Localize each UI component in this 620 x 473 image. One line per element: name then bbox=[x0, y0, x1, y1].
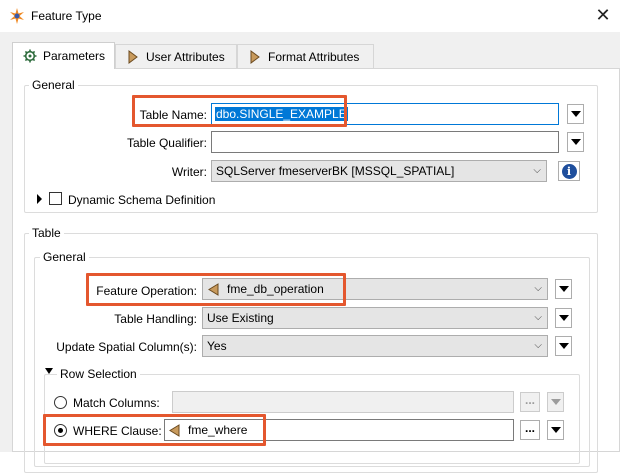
writer-info-button[interactable]: i bbox=[558, 161, 580, 181]
menu-triangle-icon bbox=[558, 343, 569, 349]
match-columns-browse-button[interactable]: ... bbox=[520, 392, 540, 412]
match-columns-label: Match Columns: bbox=[73, 396, 160, 410]
row-selection-title: Row Selection bbox=[57, 367, 140, 381]
general-group-title: General bbox=[29, 78, 78, 92]
update-spatial-value: Yes bbox=[207, 339, 227, 353]
update-spatial-select[interactable]: Yes ⌵ bbox=[202, 335, 548, 357]
menu-triangle-icon bbox=[558, 315, 569, 321]
parameters-page: General Table Name: dbo.SINGLE_EXAMPLE T… bbox=[12, 68, 620, 473]
dynamic-schema-label: Dynamic Schema Definition bbox=[68, 193, 216, 207]
chevron-down-icon: ⌵ bbox=[534, 340, 542, 351]
table-group-title: Table bbox=[29, 226, 64, 240]
dialog-client: Parameters User Attributes Format Attrib… bbox=[0, 32, 620, 473]
tab-user-attributes-label: User Attributes bbox=[146, 49, 225, 64]
table-qualifier-label: Table Qualifier: bbox=[126, 136, 207, 150]
attribute-arrow-icon bbox=[208, 282, 219, 296]
fme-app-icon bbox=[10, 8, 24, 24]
tab-parameters[interactable]: Parameters bbox=[12, 42, 115, 69]
menu-triangle-icon bbox=[570, 139, 581, 145]
table-handling-select[interactable]: Use Existing ⌵ bbox=[202, 307, 548, 329]
where-clause-radio[interactable] bbox=[54, 424, 67, 437]
writer-value: SQLServer fmeserverBK [MSSQL_SPATIAL] bbox=[216, 164, 455, 178]
feature-operation-label: Feature Operation: bbox=[96, 284, 197, 298]
chevron-down-icon: ⌵ bbox=[534, 283, 542, 294]
table-handling-value: Use Existing bbox=[207, 311, 274, 325]
tab-format-attributes[interactable]: Format Attributes bbox=[237, 44, 374, 68]
menu-triangle-icon bbox=[550, 399, 561, 405]
chevron-down-icon: ⌵ bbox=[534, 312, 542, 323]
where-clause-input[interactable]: fme_where bbox=[164, 419, 514, 441]
table-name-input[interactable]: dbo.SINGLE_EXAMPLE bbox=[211, 103, 559, 125]
where-clause-menu-button[interactable] bbox=[547, 420, 564, 440]
gear-icon bbox=[23, 49, 37, 63]
match-columns-radio[interactable] bbox=[54, 396, 67, 409]
table-general-title: General bbox=[40, 250, 89, 264]
chevron-down-icon: ⌵ bbox=[533, 165, 541, 176]
attribute-arrow-icon bbox=[169, 423, 180, 437]
close-icon[interactable]: ✕ bbox=[592, 4, 614, 26]
table-name-label: Table Name: bbox=[139, 108, 207, 122]
expand-arrow-icon[interactable] bbox=[37, 194, 42, 204]
window-title: Feature Type bbox=[31, 9, 102, 23]
writer-label: Writer: bbox=[171, 165, 207, 179]
table-qualifier-menu-button[interactable] bbox=[567, 132, 584, 152]
table-handling-menu-button[interactable] bbox=[555, 308, 572, 328]
where-clause-value: fme_where bbox=[188, 423, 248, 437]
attribute-arrow-icon bbox=[250, 49, 260, 64]
match-columns-menu-button[interactable] bbox=[547, 392, 564, 412]
where-clause-label: WHERE Clause: bbox=[73, 424, 162, 438]
tab-format-attributes-label: Format Attributes bbox=[268, 49, 360, 64]
menu-triangle-icon bbox=[550, 427, 561, 433]
table-name-value: dbo.SINGLE_EXAMPLE bbox=[215, 107, 348, 121]
title-bar: Feature Type ✕ bbox=[0, 0, 620, 32]
feature-operation-menu-button[interactable] bbox=[555, 279, 572, 299]
where-clause-browse-button[interactable]: ... bbox=[520, 420, 540, 440]
table-qualifier-input[interactable] bbox=[211, 131, 559, 153]
dynamic-schema-checkbox[interactable] bbox=[49, 192, 62, 205]
update-spatial-menu-button[interactable] bbox=[555, 336, 572, 356]
menu-triangle-icon bbox=[558, 286, 569, 292]
match-columns-field[interactable] bbox=[172, 391, 514, 413]
tab-parameters-label: Parameters bbox=[43, 49, 106, 63]
table-handling-label: Table Handling: bbox=[114, 312, 197, 326]
feature-operation-value: fme_db_operation bbox=[227, 282, 324, 296]
tab-user-attributes[interactable]: User Attributes bbox=[115, 44, 237, 68]
info-icon: i bbox=[561, 163, 577, 179]
feature-operation-select[interactable]: fme_db_operation ⌵ bbox=[202, 278, 548, 300]
collapse-arrow-icon[interactable] bbox=[45, 368, 53, 374]
table-name-menu-button[interactable] bbox=[567, 104, 584, 124]
update-spatial-label: Update Spatial Column(s): bbox=[56, 340, 197, 354]
writer-select[interactable]: SQLServer fmeserverBK [MSSQL_SPATIAL] ⌵ bbox=[211, 160, 547, 182]
menu-triangle-icon bbox=[570, 111, 581, 117]
attribute-arrow-icon bbox=[128, 49, 138, 64]
